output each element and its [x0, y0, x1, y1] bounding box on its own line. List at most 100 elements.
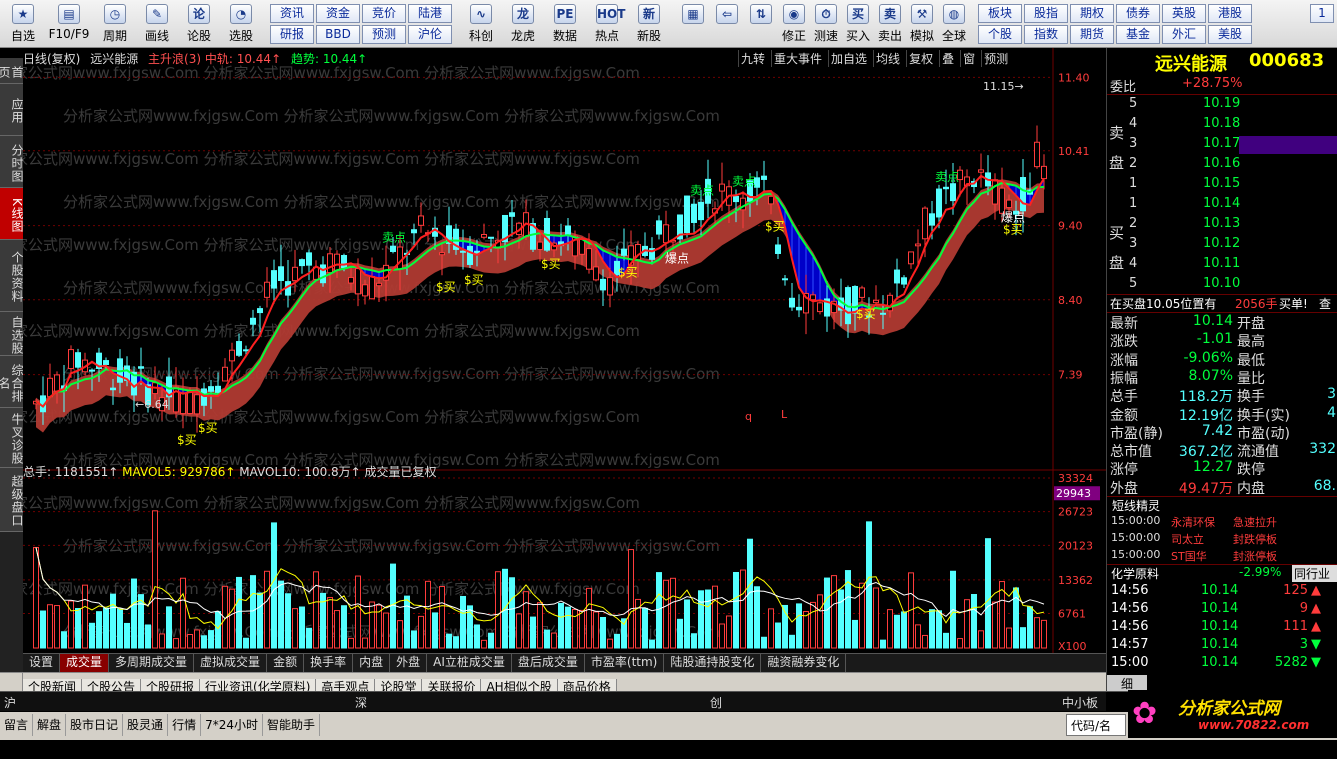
toolbar-grid2-期权[interactable]: 期权: [1070, 4, 1114, 23]
candle-body: [1041, 165, 1047, 180]
bid-row[interactable]: 1 10.14: [1107, 196, 1337, 215]
index-沪[interactable]: 沪: [4, 694, 16, 711]
toolbar-grid-竞价[interactable]: 竞价: [362, 4, 406, 23]
indicator-tab-融资融券变化[interactable]: 融资融券变化: [761, 654, 847, 672]
toolbar-grid2-港股[interactable]: 港股: [1208, 4, 1252, 23]
ask-row[interactable]: 5 10.19: [1107, 96, 1337, 115]
toolbar3-8-button[interactable]: ◍ 全球: [938, 2, 970, 46]
toolbar-2-button[interactable]: ◷ 周期: [94, 2, 136, 46]
toolbar3-0-button[interactable]: ▦: [676, 2, 710, 46]
toolbar2-0-button[interactable]: ∿ 科创: [460, 2, 502, 46]
bid-row[interactable]: 2 10.13: [1107, 216, 1337, 235]
status-解盘[interactable]: 解盘: [33, 714, 67, 736]
toolbar3-1-button[interactable]: ⇦: [710, 2, 744, 46]
volume-bar: [642, 607, 648, 649]
ask-row[interactable]: 4 10.18: [1107, 116, 1337, 135]
toolbar-more[interactable]: 1: [1310, 4, 1334, 23]
indicator-tab-AI立桩成交量[interactable]: AI立桩成交量: [427, 654, 512, 672]
indicator-tab-内盘[interactable]: 内盘: [353, 654, 391, 672]
buy-signal: $买: [198, 421, 218, 435]
toolbar-0-button[interactable]: ★ 自选: [2, 2, 44, 46]
indicator-tab-虚拟成交量[interactable]: 虚拟成交量: [194, 654, 268, 672]
leftnav-个股资料[interactable]: 个股资料: [0, 240, 24, 312]
indicator-tab-外盘[interactable]: 外盘: [390, 654, 428, 672]
status-7*24小时[interactable]: 7*24小时: [201, 714, 263, 736]
toolbar-grid2-指数[interactable]: 指数: [1024, 25, 1068, 44]
leftnav-K线图[interactable]: K线图: [0, 188, 24, 240]
notice-more[interactable]: 查: [1319, 295, 1331, 312]
toolbar-3-button[interactable]: ✎ 画线: [136, 2, 178, 46]
toolbar-grid-陆港[interactable]: 陆港: [408, 4, 452, 23]
candle-body: [761, 175, 767, 180]
bid-row[interactable]: 5 10.10: [1107, 276, 1337, 295]
status-股灵通[interactable]: 股灵通: [123, 714, 169, 736]
toolbar-grid2-期货[interactable]: 期货: [1070, 25, 1114, 44]
index-深[interactable]: 深: [355, 694, 367, 711]
ask-row[interactable]: 3 10.17: [1107, 136, 1337, 155]
indicator-tab-金额[interactable]: 金额: [267, 654, 305, 672]
toolbar-grid2-基金[interactable]: 基金: [1116, 25, 1160, 44]
toolbar-1-button[interactable]: ▤ F10/F9: [44, 2, 94, 46]
stat-label: 涨停: [1110, 462, 1138, 479]
toolbar-grid2-股指[interactable]: 股指: [1024, 4, 1068, 23]
indicator-tab-多周期成交量[interactable]: 多周期成交量: [109, 654, 195, 672]
toolbar3-4-button[interactable]: ⏱ 测速: [810, 2, 842, 46]
indicator-tab-陆股通持股变化[interactable]: 陆股通持股变化: [664, 654, 762, 672]
ask-row[interactable]: 1 10.15: [1107, 176, 1337, 195]
indicator-tab-成交量[interactable]: 成交量: [60, 654, 110, 672]
candle-body: [271, 270, 277, 289]
toolbar-grid2-板块[interactable]: 板块: [978, 4, 1022, 23]
leftnav-分时图[interactable]: 分时图: [0, 136, 24, 188]
toolbar-grid2-美股[interactable]: 美股: [1208, 25, 1252, 44]
toolbar2-2-button[interactable]: PE 数据: [544, 2, 586, 46]
indicator-tab-市盈率(ttm)[interactable]: 市盈率(ttm): [585, 654, 665, 672]
indicator-tab-设置[interactable]: 设置: [23, 654, 61, 672]
volume-bar: [124, 622, 130, 649]
kline-chart-area: 日线(复权) 远兴能源 主升浪(3) 中轨: 10.44↑ 趋势: 10.44↑…: [23, 48, 1106, 654]
ask-row[interactable]: 2 10.16: [1107, 156, 1337, 175]
vol-note: 成交量已复权: [365, 464, 437, 479]
toolbar3-2-button[interactable]: ⇅: [744, 2, 778, 46]
toolbar3-6-button[interactable]: 卖卖出: [874, 2, 906, 46]
status-智能助手[interactable]: 智能助手: [263, 714, 320, 736]
toolbar-grid2-外汇[interactable]: 外汇: [1162, 25, 1206, 44]
bid-row[interactable]: 3 10.12: [1107, 236, 1337, 255]
toolbar-grid-资讯[interactable]: 资讯: [270, 4, 314, 23]
toolbar-grid2-个股[interactable]: 个股: [978, 25, 1022, 44]
indicator-tab-换手率[interactable]: 换手率: [304, 654, 354, 672]
bid-row[interactable]: 4 10.11: [1107, 256, 1337, 275]
toolbar-grid2-英股[interactable]: 英股: [1162, 4, 1206, 23]
toolbar3-3-button[interactable]: ◉ 修正: [778, 2, 810, 46]
sub-tab[interactable]: 细: [1107, 675, 1147, 691]
status-行情[interactable]: 行情: [168, 714, 202, 736]
leftnav-牛叉诊股[interactable]: 牛叉诊股: [0, 408, 24, 468]
toolbar2-4-button[interactable]: 新新股: [628, 2, 670, 46]
toolbar2-1-button[interactable]: 龙龙虎: [502, 2, 544, 46]
toolbar-grid-资金[interactable]: 资金: [316, 4, 360, 23]
sector-tab[interactable]: 同行业: [1292, 565, 1337, 582]
status-留言[interactable]: 留言: [0, 714, 34, 736]
status-股市日记[interactable]: 股市日记: [66, 714, 124, 736]
toolbar-4-button[interactable]: 论论股: [178, 2, 220, 46]
volume-bar: [565, 606, 571, 649]
tick-time: 15:00: [1111, 655, 1149, 670]
toolbar-grid-BBD[interactable]: BBD: [316, 25, 360, 44]
toolbar3-5-button[interactable]: 买买入: [842, 2, 874, 46]
toolbar-grid-预测[interactable]: 预测: [362, 25, 406, 44]
toolbar3-7-button[interactable]: ⚒ 模拟: [906, 2, 938, 46]
code-name-input[interactable]: 代码/名称: [1066, 714, 1126, 755]
volume-bar: [558, 602, 564, 649]
toolbar-grid2-债券[interactable]: 债券: [1116, 4, 1160, 23]
indicator-tab-盘后成交量[interactable]: 盘后成交量: [512, 654, 585, 672]
toolbar-5-button[interactable]: ◔ 选股: [220, 2, 262, 46]
leftnav-超级盘口[interactable]: 超级盘口: [0, 468, 24, 532]
toolbar-grid-研报[interactable]: 研报: [270, 25, 314, 44]
leftnav-应用[interactable]: 应用: [0, 84, 24, 136]
leftnav-首页[interactable]: 首页: [0, 58, 24, 84]
toolbar-grid-沪伦[interactable]: 沪伦: [408, 25, 452, 44]
toolbar2-3-button[interactable]: HOT 热点: [586, 2, 628, 46]
index-创[interactable]: 创: [710, 694, 722, 711]
toolbar3-4-label: 测速: [813, 29, 838, 43]
leftnav-综合排名[interactable]: 综合排名: [0, 356, 24, 408]
leftnav-自选股[interactable]: 自选股: [0, 312, 24, 356]
